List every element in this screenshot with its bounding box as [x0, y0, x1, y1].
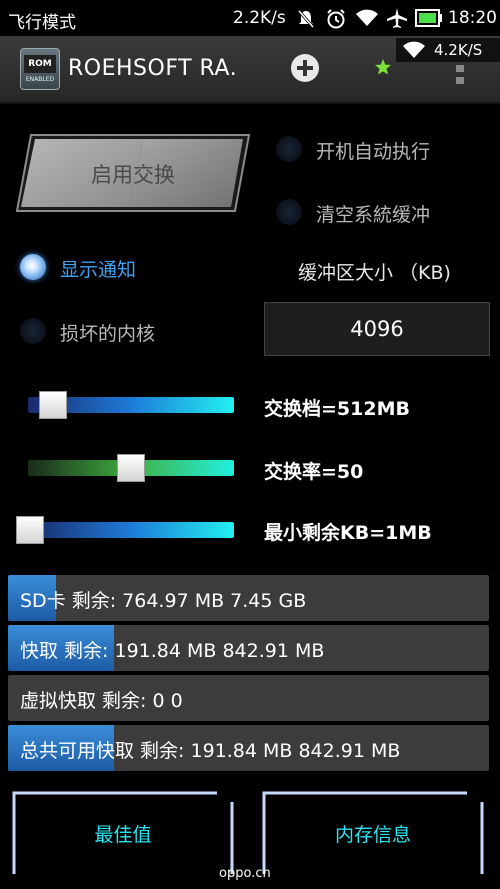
- virtual-cache-bar: 虚拟快取 剩余: 0 0: [8, 675, 489, 721]
- swap-file-label: 交换档=512MB: [264, 398, 410, 420]
- mute-icon: [297, 10, 315, 28]
- action-bar: ROM ENABLED ROEHSOFT RA. 4.2K/S: [0, 36, 500, 104]
- clear-cache-radio[interactable]: [276, 199, 302, 225]
- app-title: ROEHSOFT RA.: [68, 56, 238, 81]
- cache-bar: 快取 剩余: 191.84 MB 842.91 MB: [8, 625, 489, 671]
- wifi-icon: [356, 9, 378, 26]
- watermark: oppo.cn: [219, 866, 271, 881]
- logo-text: ROM: [24, 55, 56, 73]
- status-bar: 飞行模式 2.2K/s 18:20: [0, 0, 500, 36]
- memory-info-label: 内存信息: [334, 824, 411, 846]
- net-speed: 2.2K/s: [233, 8, 286, 28]
- buffer-size-label: 缓冲区大小 （KB): [298, 262, 451, 284]
- swap-file-thumb[interactable]: [39, 391, 67, 419]
- min-free-track[interactable]: [28, 522, 234, 538]
- logo-subtext: ENABLED: [25, 76, 55, 83]
- clear-cache-label: 清空系統缓冲: [316, 204, 431, 226]
- swappiness-thumb[interactable]: [117, 454, 145, 482]
- battery-icon: [415, 9, 442, 27]
- memory-info-button[interactable]: 内存信息: [262, 790, 484, 876]
- virtual-cache-text: 虚拟快取 剩余: 0 0: [20, 690, 183, 712]
- show-notification-label: 显示通知: [60, 259, 137, 281]
- net-speed-overlay: 4.2K/S: [396, 38, 500, 62]
- airplane-icon: [387, 8, 407, 28]
- enable-swap-button[interactable]: 启用交换: [15, 133, 251, 213]
- star-icon[interactable]: [374, 58, 392, 76]
- broken-kernel-label: 损坏的内核: [60, 323, 156, 345]
- best-value-button[interactable]: 最佳值: [12, 790, 234, 876]
- sd-card-text: SD卡 剩余: 764.97 MB 7.45 GB: [20, 590, 307, 612]
- alarm-icon: [327, 9, 345, 29]
- min-free-label: 最小剩余KB=1MB: [264, 522, 432, 544]
- wifi-icon: [403, 41, 425, 58]
- best-value-label: 最佳值: [94, 824, 152, 846]
- sd-card-bar: SD卡 剩余: 764.97 MB 7.45 GB: [8, 575, 489, 621]
- enable-swap-label: 启用交换: [91, 163, 175, 187]
- show-notification-radio[interactable]: [20, 254, 46, 280]
- buffer-size-value: 4096: [350, 317, 404, 341]
- buffer-size-input[interactable]: 4096: [264, 302, 490, 356]
- clock: 18:20: [448, 8, 497, 28]
- cache-text: 快取 剩余: 191.84 MB 842.91 MB: [20, 640, 325, 662]
- app-logo: ROM ENABLED: [20, 48, 60, 90]
- airplane-mode-label: 飞行模式: [8, 13, 76, 33]
- total-cache-bar: 总共可用快取 剩余: 191.84 MB 842.91 MB: [8, 725, 489, 771]
- total-cache-text: 总共可用快取 剩余: 191.84 MB 842.91 MB: [20, 740, 401, 762]
- autostart-label: 开机自动执行: [316, 141, 431, 163]
- autostart-radio[interactable]: [276, 136, 302, 162]
- swappiness-label: 交换率=50: [264, 461, 364, 483]
- add-icon[interactable]: [290, 53, 320, 83]
- broken-kernel-radio[interactable]: [20, 318, 46, 344]
- overlay-speed: 4.2K/S: [434, 41, 483, 59]
- min-free-thumb[interactable]: [16, 516, 44, 544]
